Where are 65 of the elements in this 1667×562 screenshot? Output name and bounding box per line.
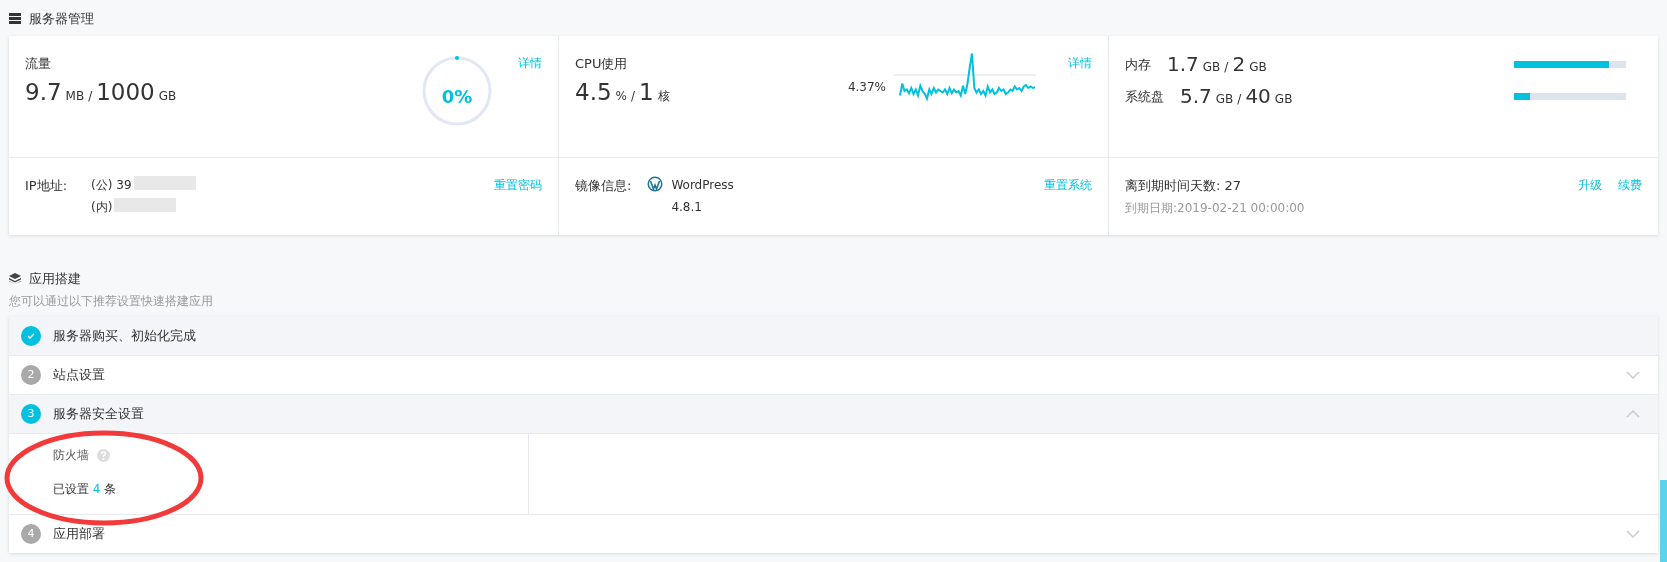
metric-value: 2 — [1232, 53, 1246, 74]
unit-label: 核 — [657, 88, 670, 105]
layers-icon — [9, 272, 21, 284]
image-name: WordPress — [671, 176, 735, 194]
details-link[interactable]: 详情 — [1068, 55, 1092, 70]
step-done-icon — [21, 325, 41, 346]
metric-value: 9.7 — [25, 81, 62, 104]
metric-value: 40 — [1245, 85, 1271, 106]
server-icon — [9, 13, 21, 25]
metric-label: 流量 — [25, 54, 52, 73]
unit-label: GB — [158, 88, 177, 105]
metric-value: 1.7 — [1167, 53, 1199, 74]
unit-label: GB — [1215, 90, 1234, 108]
field-label: 镜像信息: — [575, 176, 632, 195]
metric-value: 5.7 — [1180, 85, 1212, 106]
section-title: 应用搭建 — [29, 269, 81, 288]
metric-value: 1000 — [96, 81, 155, 104]
step-label: 服务器购买、初始化完成 — [53, 326, 197, 345]
reset-system-link[interactable]: 重置系统 — [1044, 177, 1092, 192]
separator: / — [88, 88, 93, 105]
side-tab[interactable] — [1660, 480, 1667, 562]
field-label: IP地址: — [25, 176, 68, 195]
metric-label: 内存 — [1125, 55, 1151, 74]
step-row[interactable]: 3 服务器安全设置 — [9, 394, 1658, 433]
chevron-up-icon — [1626, 410, 1640, 418]
step-row[interactable]: 4 应用部署 — [9, 514, 1658, 553]
step-number: 3 — [21, 404, 41, 424]
metric-value: 4.5 — [575, 81, 612, 104]
step-number: 2 — [21, 365, 41, 385]
metric-label: 系统盘 — [1125, 87, 1164, 106]
chevron-down-icon — [1626, 530, 1640, 538]
wordpress-icon — [647, 175, 664, 192]
step-label: 站点设置 — [53, 366, 106, 385]
section-title: 服务器管理 — [29, 10, 94, 28]
separator: / — [1237, 90, 1242, 108]
field-label: 离到期时间天数: — [1125, 176, 1221, 195]
panel-title: 防火墙 — [53, 447, 89, 464]
step-label: 应用部署 — [53, 525, 106, 544]
ring-percentage: 0% — [441, 84, 473, 109]
metric-label: CPU使用 — [575, 54, 629, 73]
expiry-date: 到期日期:2019-02-21 00:00:00 — [1125, 200, 1306, 217]
chart-label: 4.37% — [847, 78, 886, 96]
separator: / — [631, 88, 636, 105]
step-label: 服务器安全设置 — [53, 405, 145, 424]
action-link[interactable]: 续费 — [1618, 175, 1642, 194]
rule-count-text: 已设置 4 条 — [53, 481, 118, 498]
unit-label: % — [615, 88, 627, 105]
image-version: 4.8.1 — [671, 198, 703, 216]
details-link[interactable]: 详情 — [518, 55, 542, 70]
metric-value: 1 — [639, 81, 654, 104]
action-link[interactable]: 升级 — [1578, 175, 1602, 194]
ip-address: (内) — [91, 198, 113, 216]
section-subtitle: 您可以通过以下推荐设置快速搭建应用 — [8, 293, 214, 310]
reset-password-link[interactable]: 重置密码 — [494, 177, 542, 192]
separator: / — [1224, 58, 1229, 76]
unit-label: MB — [65, 88, 85, 105]
step-row[interactable]: 服务器购买、初始化完成 — [9, 316, 1658, 355]
step-number: 4 — [21, 524, 41, 544]
ip-address: (公) 39 — [91, 176, 132, 194]
unit-label: GB — [1202, 58, 1221, 76]
help-icon — [97, 448, 110, 462]
unit-label: GB — [1249, 58, 1267, 76]
days-count: 27 — [1224, 176, 1241, 195]
unit-label: GB — [1274, 90, 1293, 108]
chevron-down-icon — [1626, 371, 1640, 379]
